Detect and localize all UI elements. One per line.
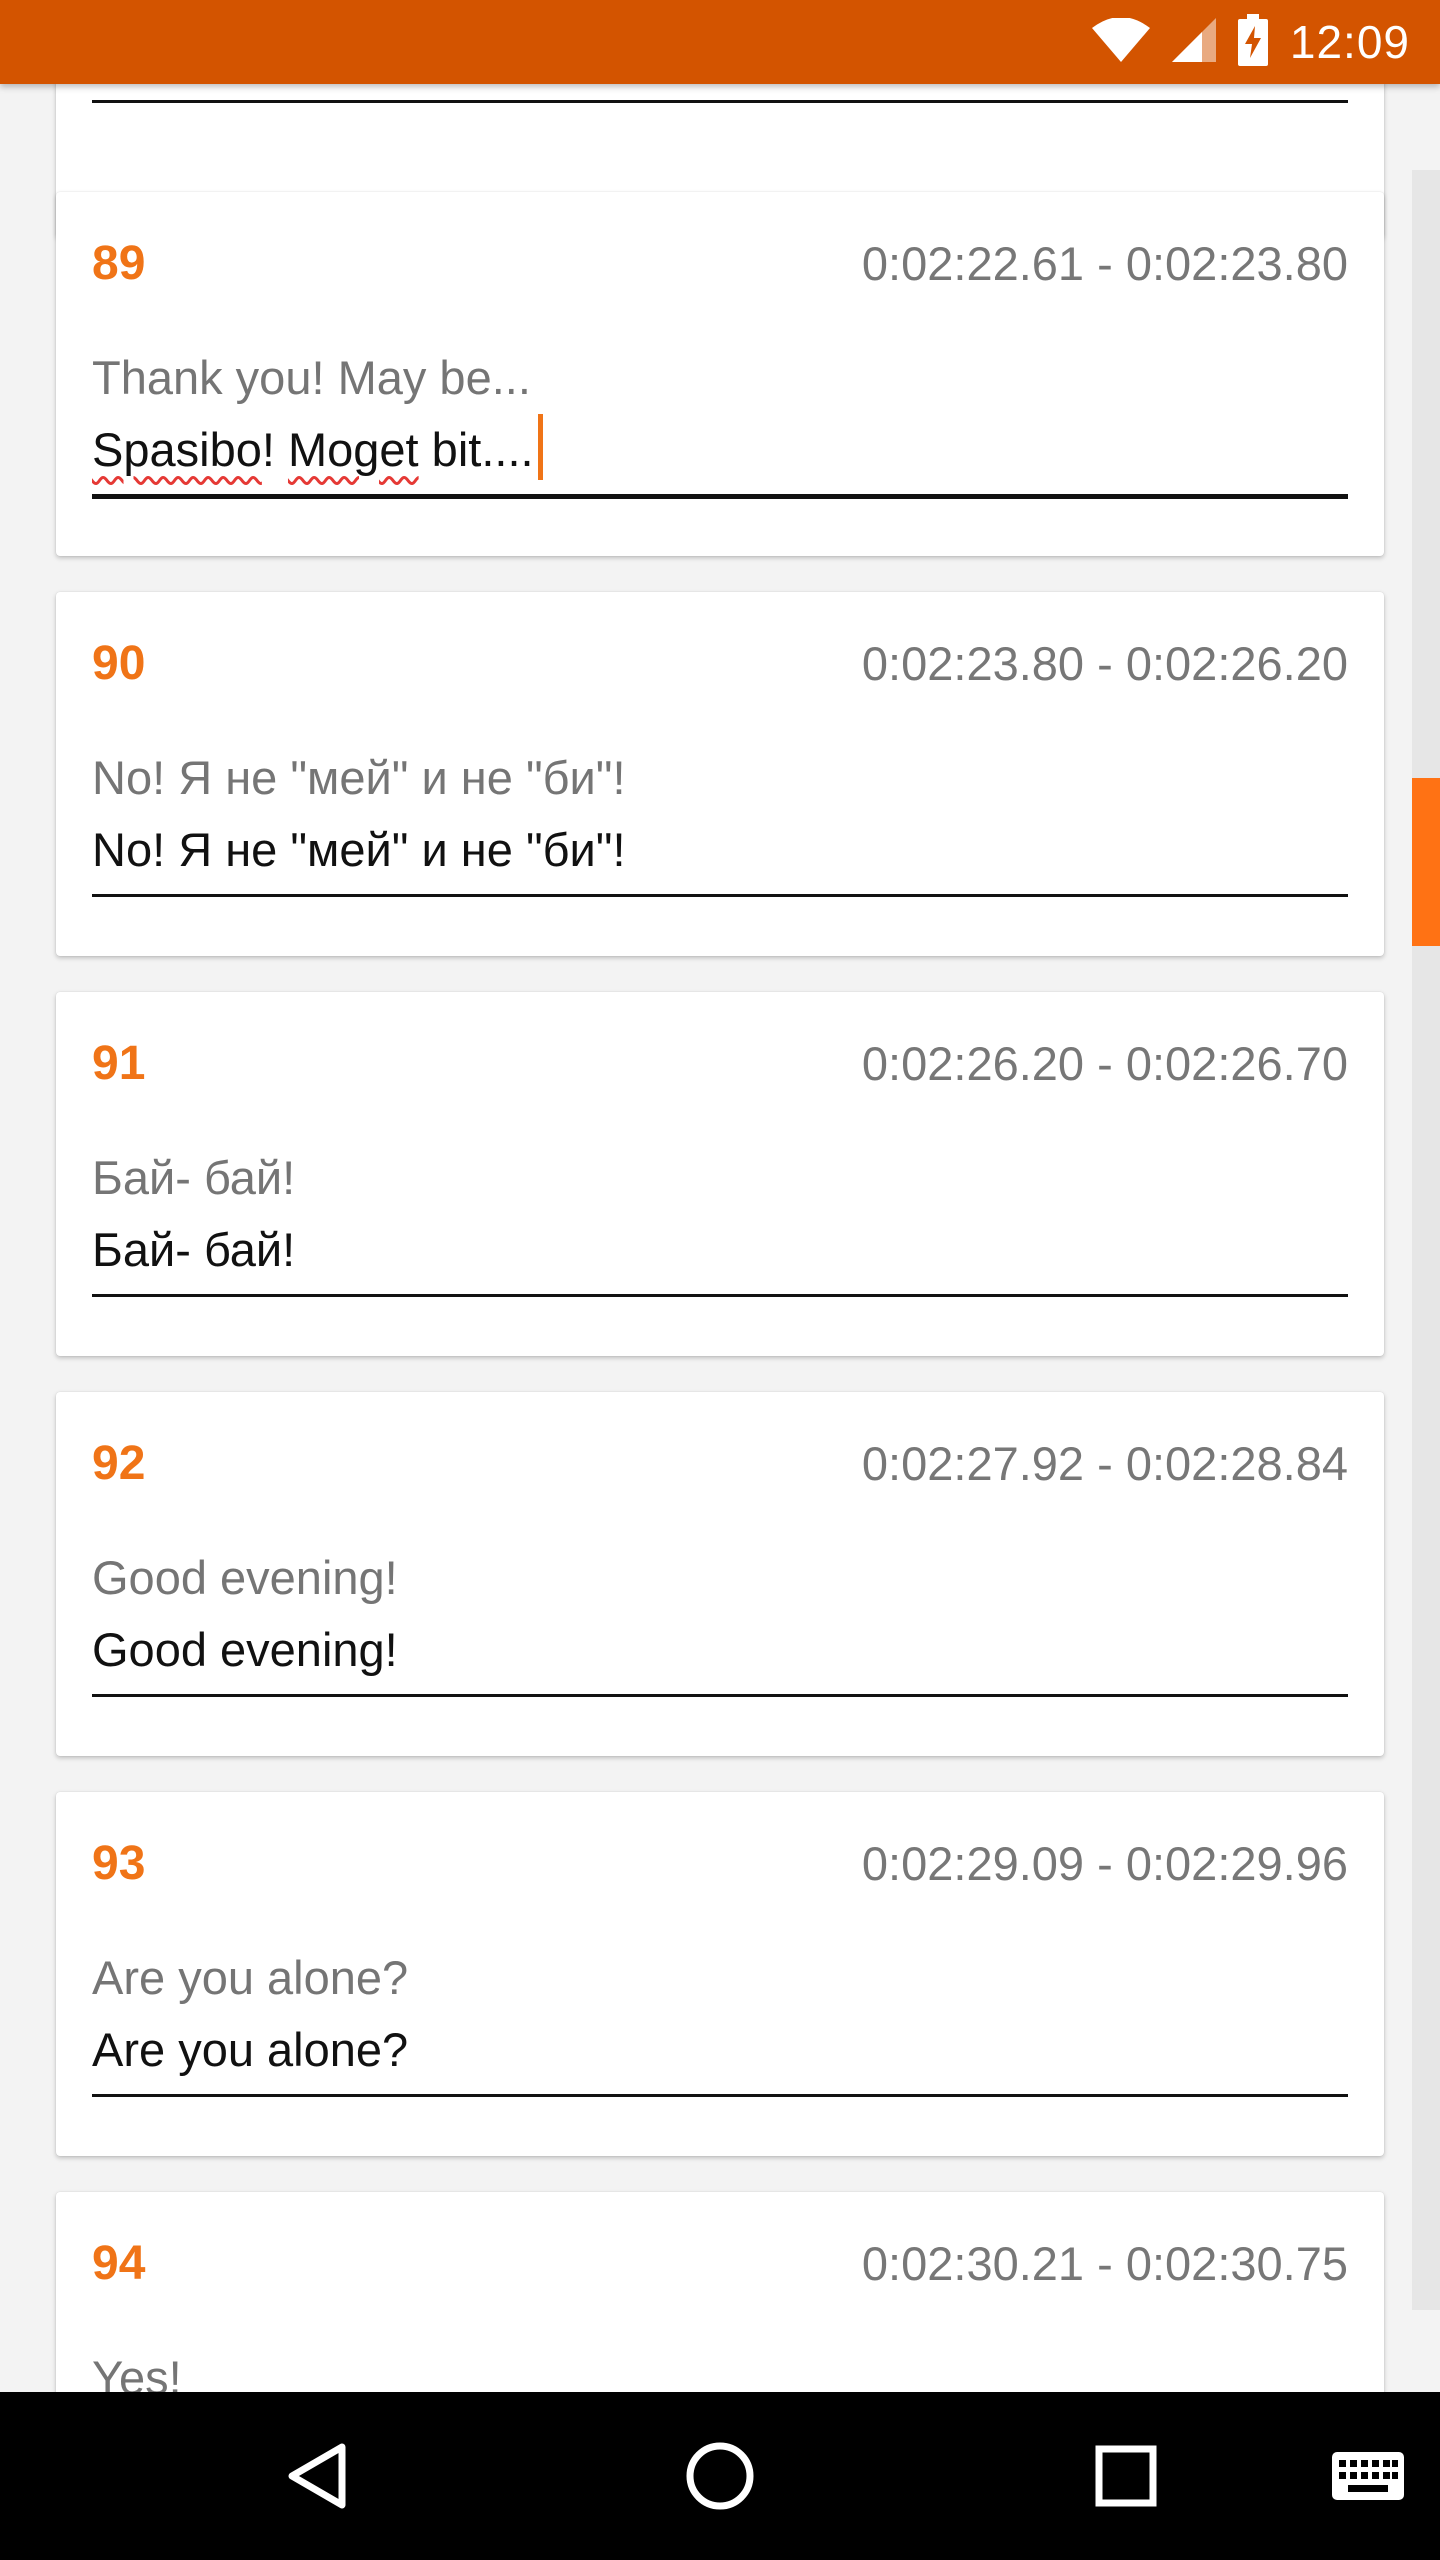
subtitle-card: 94 0:02:30.21 - 0:02:30.75 Yes! (56, 2192, 1384, 2392)
wifi-icon (1091, 16, 1150, 67)
scrollbar-track[interactable] (1412, 170, 1440, 2310)
subtitle-card: 90 0:02:23.80 - 0:02:26.20 No! Я не "мей… (56, 592, 1384, 956)
subtitle-index: 93 (92, 1837, 146, 1890)
subtitle-original-text: Yes! (92, 2351, 182, 2392)
status-icons: 12:09 (1091, 13, 1410, 71)
subtitle-time-range: 0:02:26.20 - 0:02:26.70 (861, 1037, 1348, 1090)
subtitle-edit-field[interactable]: Good evening! (92, 1622, 1348, 1697)
misspelled-word[interactable]: Spasibo (92, 422, 262, 477)
edit-text-rest: bit.... (418, 423, 534, 476)
subtitle-edit-field[interactable]: Are you alone? (92, 2022, 1348, 2097)
battery-charging-icon (1237, 13, 1268, 71)
subtitle-card: 89 0:02:22.61 - 0:02:23.80 Thank you! Ma… (56, 192, 1384, 556)
subtitle-original-text: Бай- бай! (92, 1151, 296, 1204)
text-cursor (537, 414, 543, 480)
subtitle-original-text: No! Я не "мей" и не "би"! (92, 751, 626, 804)
back-icon[interactable] (276, 2436, 356, 2516)
status-clock: 12:09 (1289, 16, 1410, 68)
subtitle-time-range: 0:02:23.80 - 0:02:26.20 (861, 637, 1348, 690)
subtitle-edit-field-prev[interactable] (92, 84, 1348, 103)
subtitle-time-range: 0:02:29.09 - 0:02:29.96 (861, 1837, 1348, 1890)
subtitle-index: 94 (92, 2237, 146, 2290)
subtitle-card: 91 0:02:26.20 - 0:02:26.70 Бай- бай! Бай… (56, 992, 1384, 1356)
subtitle-index: 92 (92, 1437, 146, 1490)
recents-icon[interactable] (1086, 2436, 1166, 2516)
subtitle-edit-field[interactable]: Spasibo! Moget bit.... (92, 414, 1348, 499)
subtitle-index: 90 (92, 637, 146, 690)
subtitle-card: 93 0:02:29.09 - 0:02:29.96 Are you alone… (56, 1792, 1384, 2156)
subtitle-list[interactable]: 89 0:02:22.61 - 0:02:23.80 Thank you! Ma… (0, 84, 1440, 2392)
subtitle-time-range: 0:02:22.61 - 0:02:23.80 (861, 237, 1348, 290)
subtitle-time-range: 0:02:30.21 - 0:02:30.75 (861, 2237, 1348, 2290)
subtitle-card: 92 0:02:27.92 - 0:02:28.84 Good evening!… (56, 1392, 1384, 1756)
scrollbar-thumb[interactable] (1412, 778, 1440, 946)
subtitle-edit-field[interactable]: Бай- бай! (92, 1222, 1348, 1297)
status-bar: 12:09 (0, 0, 1440, 84)
subtitle-original-text: Are you alone? (92, 1951, 409, 2004)
edit-text-punct: ! (261, 423, 288, 476)
subtitle-original-text: Good evening! (92, 1551, 398, 1604)
subtitle-index: 89 (92, 237, 146, 290)
keyboard-icon[interactable] (1330, 2436, 1406, 2516)
cell-signal-icon (1171, 17, 1216, 67)
navigation-bar (0, 2392, 1440, 2560)
misspelled-word[interactable]: Moget (288, 422, 419, 477)
subtitle-edit-field[interactable]: No! Я не "мей" и не "би"! (92, 822, 1348, 897)
subtitle-index: 91 (92, 1037, 146, 1090)
subtitle-original-text: Thank you! May be... (92, 351, 531, 404)
home-icon[interactable] (680, 2436, 760, 2516)
subtitle-time-range: 0:02:27.92 - 0:02:28.84 (861, 1437, 1348, 1490)
